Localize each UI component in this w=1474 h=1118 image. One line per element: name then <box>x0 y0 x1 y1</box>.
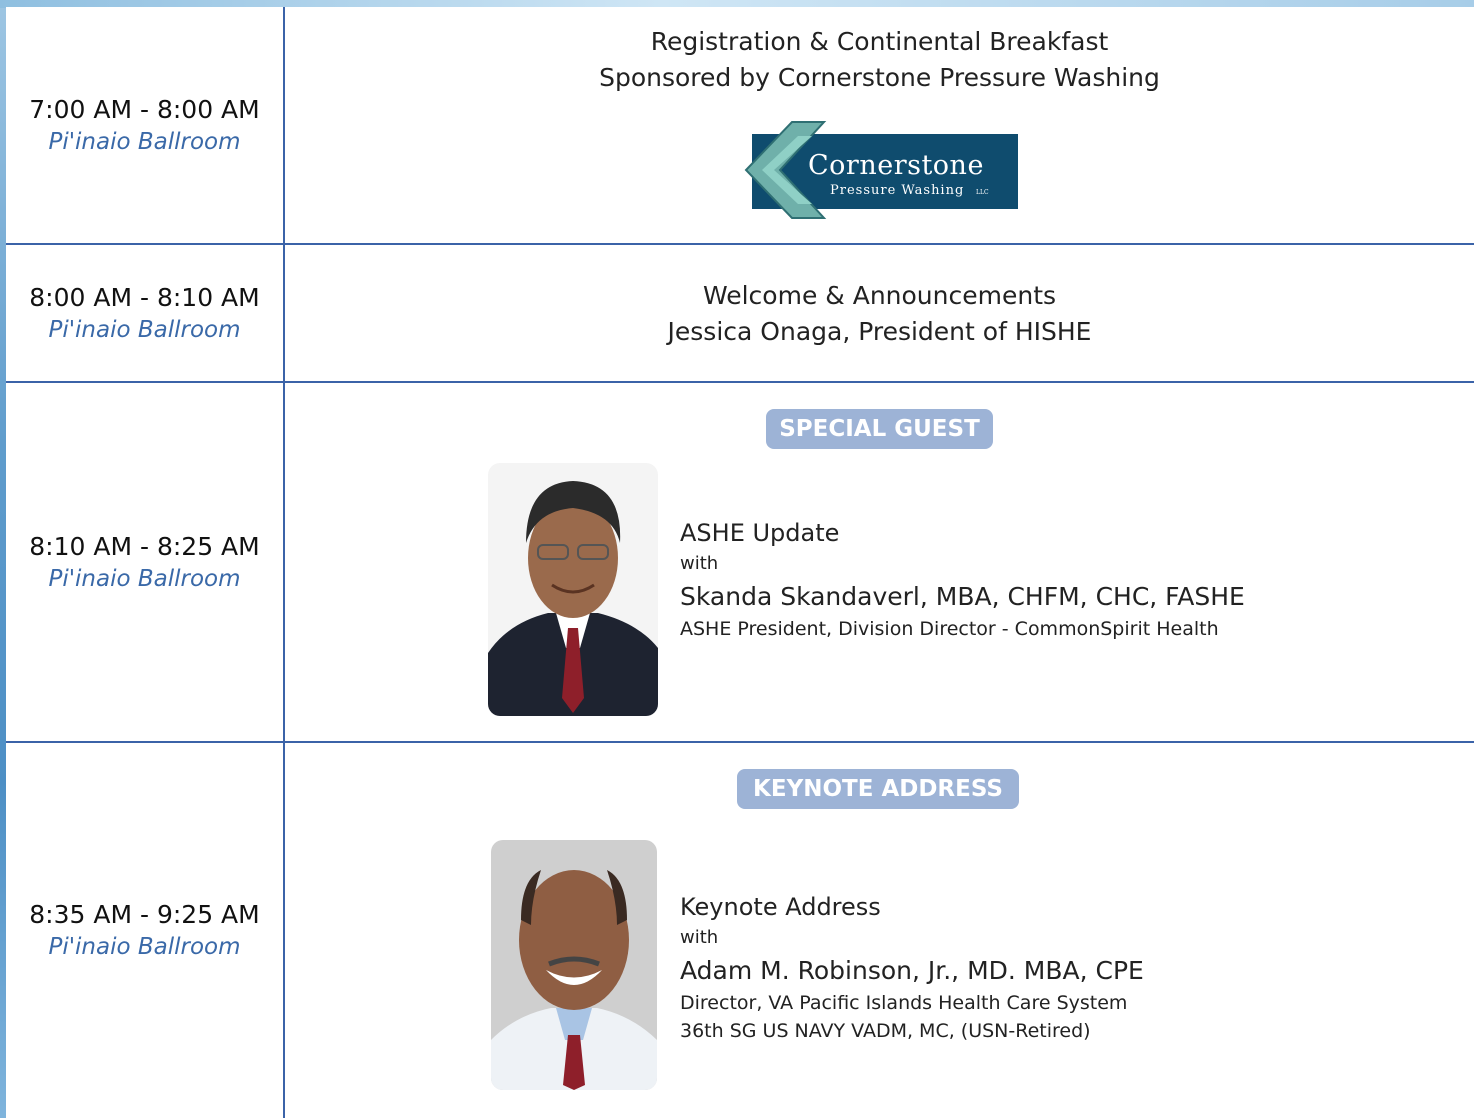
session-description: Welcome & Announcements Jessica Onaga, P… <box>285 278 1474 350</box>
sponsor-line: Sponsored by Cornerstone Pressure Washin… <box>599 63 1160 92</box>
session-time: 8:10 AM - 8:25 AM <box>29 532 260 561</box>
session-location: Pi'inaio Ballroom <box>48 566 241 592</box>
session-location: Pi'inaio Ballroom <box>48 933 241 960</box>
session-time: 7:00 AM - 8:00 AM <box>29 94 260 124</box>
with-label: with <box>680 553 719 574</box>
time-cell: 7:00 AM - 8:00 AM Pi'inaio Ballroom <box>6 7 285 244</box>
speaker-info: ASHE Update with Skanda Skandaverl, MBA,… <box>680 517 1245 643</box>
special-guest-badge: SPECIAL GUEST <box>766 409 993 449</box>
logo-suffix: LLC <box>976 189 989 196</box>
session-title: Registration & Continental Breakfast <box>650 27 1109 56</box>
speaker-title: ASHE President, Division Director - Comm… <box>680 618 1219 640</box>
session-topic: Keynote Address <box>680 893 881 921</box>
logo-tagline: Pressure Washing <box>830 183 965 198</box>
speaker-title-secondary: 36th SG US NAVY VADM, MC, (USN-Retired) <box>680 1020 1091 1042</box>
speaker-name: Skanda Skandaverl, MBA, CHFM, CHC, FASHE <box>680 582 1245 611</box>
schedule-row: 8:10 AM - 8:25 AM Pi'inaio Ballroom SPEC… <box>6 381 1474 743</box>
session-title: Welcome & Announcements <box>702 281 1057 310</box>
keynote-badge: KEYNOTE ADDRESS <box>737 769 1019 809</box>
session-content: SPECIAL GUEST ASHE Update with Skanda Sk… <box>285 383 1474 743</box>
schedule-row: 8:35 AM - 9:25 AM Pi'inaio Ballroom KEYN… <box>6 741 1474 1118</box>
speaker-info: Keynote Address with Adam M. Robinson, J… <box>680 891 1144 1045</box>
time-cell: 8:00 AM - 8:10 AM Pi'inaio Ballroom <box>6 245 285 383</box>
session-content: KEYNOTE ADDRESS Keynote Address with Ada… <box>285 743 1474 1118</box>
speaker-title: Director, VA Pacific Islands Health Care… <box>680 992 1128 1014</box>
speaker-photo <box>488 463 658 716</box>
session-location: Pi'inaio Ballroom <box>48 128 241 155</box>
session-location: Pi'inaio Ballroom <box>48 317 241 343</box>
schedule-row: 8:00 AM - 8:10 AM Pi'inaio Ballroom Welc… <box>6 243 1474 383</box>
sponsor-logo: Cornerstone Pressure Washing LLC <box>740 120 1025 220</box>
session-topic: ASHE Update <box>680 519 840 547</box>
session-content: Registration & Continental Breakfast Spo… <box>285 7 1474 244</box>
session-description: Registration & Continental Breakfast Spo… <box>285 24 1474 96</box>
speaker-photo <box>491 840 657 1090</box>
schedule-table: 7:00 AM - 8:00 AM Pi'inaio Ballroom Regi… <box>6 7 1474 1118</box>
session-time: 8:00 AM - 8:10 AM <box>29 283 260 312</box>
presenter-line: Jessica Onaga, President of HISHE <box>667 317 1092 346</box>
session-content: Welcome & Announcements Jessica Onaga, P… <box>285 245 1474 383</box>
with-label: with <box>680 927 719 948</box>
time-cell: 8:35 AM - 9:25 AM Pi'inaio Ballroom <box>6 743 285 1118</box>
schedule-row: 7:00 AM - 8:00 AM Pi'inaio Ballroom Regi… <box>6 7 1474 244</box>
logo-name: Cornerstone <box>808 150 984 181</box>
speaker-name: Adam M. Robinson, Jr., MD. MBA, CPE <box>680 956 1144 985</box>
session-time: 8:35 AM - 9:25 AM <box>29 899 260 929</box>
time-cell: 8:10 AM - 8:25 AM Pi'inaio Ballroom <box>6 383 285 743</box>
